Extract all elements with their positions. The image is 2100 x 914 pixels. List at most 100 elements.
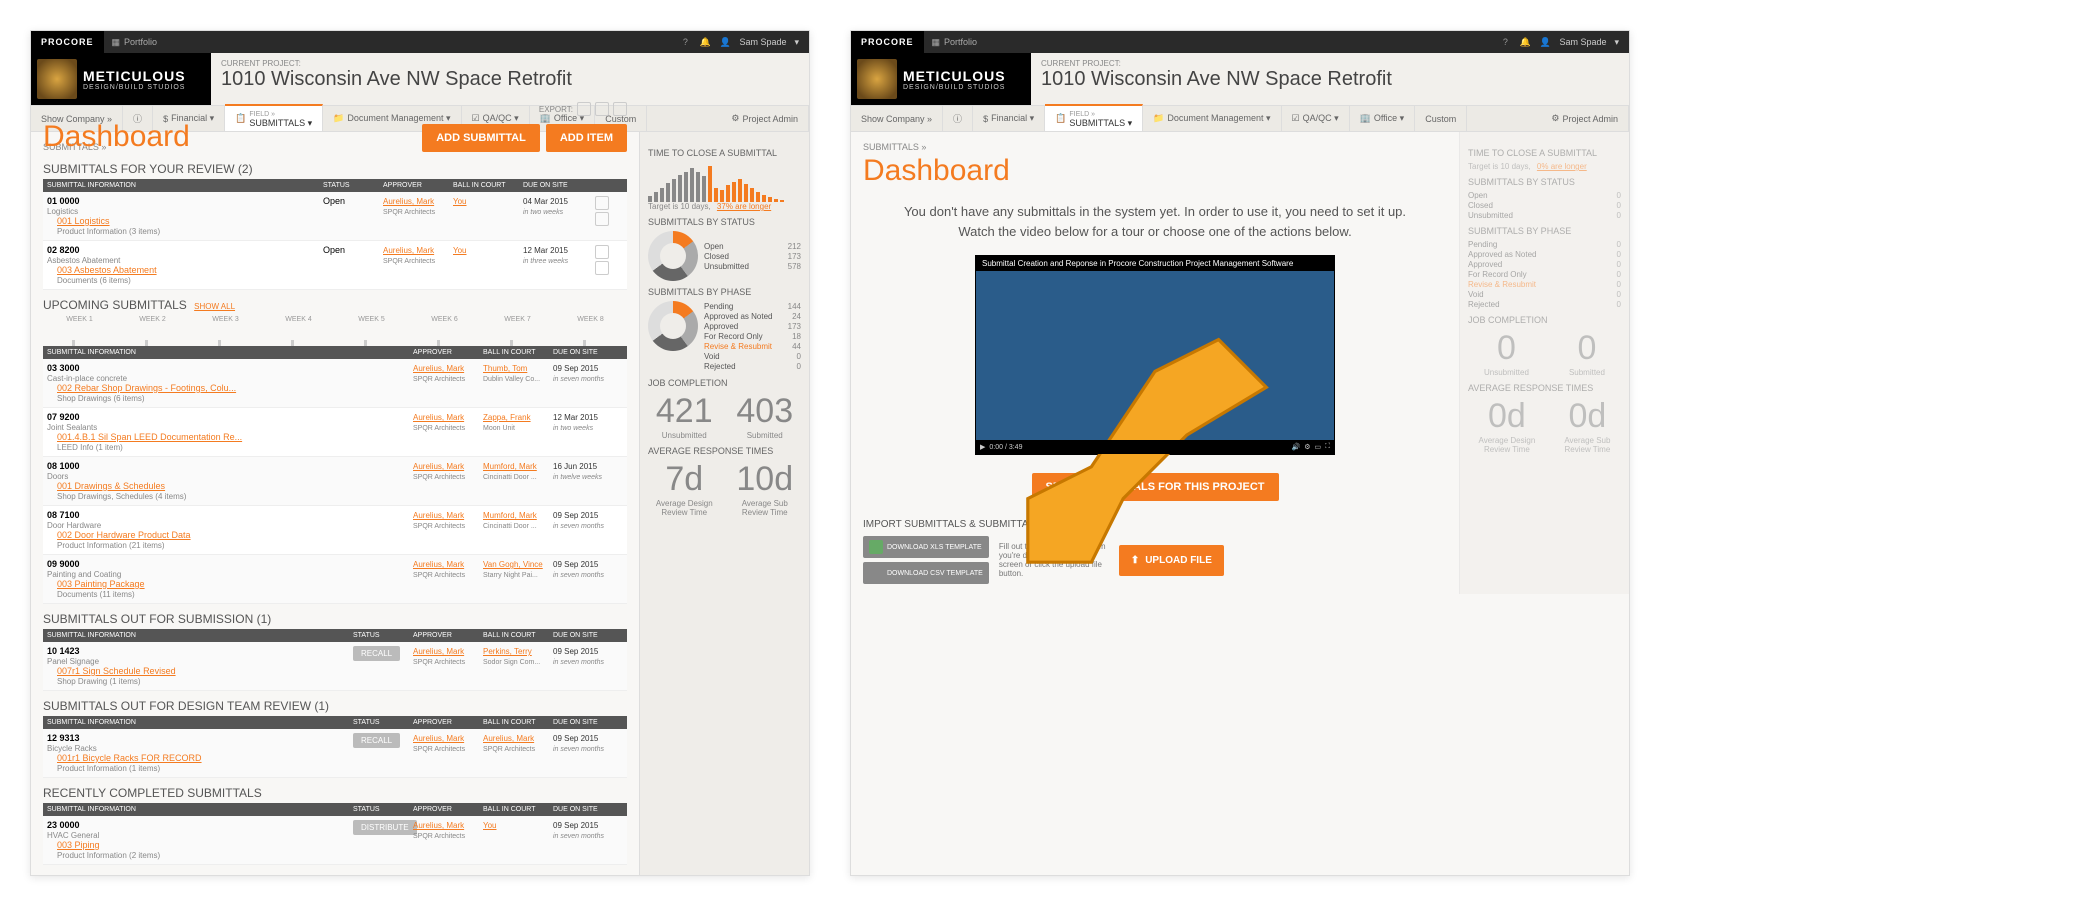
side-stat-row: Open212 (704, 242, 801, 251)
table-row[interactable]: 23 0000HVAC General003 PipingProduct Inf… (43, 816, 627, 865)
side-stat-row: Unsubmitted0 (1468, 211, 1621, 220)
table-row[interactable]: 02 8200Asbestos Abatement003 Asbestos Ab… (43, 241, 627, 290)
project-name: 1010 Wisconsin Ave NW Space Retrofit (221, 68, 799, 91)
side-status-h: SUBMITTALS BY STATUS (648, 217, 801, 227)
nav-office[interactable]: 🏢Office ▾ (1350, 106, 1416, 131)
add-item-button[interactable]: ADD ITEM (546, 124, 627, 152)
video-controls[interactable]: ▶ 0:00 / 3:49 🔊 ⚙ ▭ ⛶ (976, 440, 1334, 454)
export-pdf-icon[interactable] (577, 102, 591, 116)
avatar[interactable]: 👤 (1539, 36, 1551, 48)
table-header: SUBMITTAL INFORMATIONSTATUSAPPROVERBALL … (43, 179, 627, 192)
logo[interactable]: PROCORE (31, 31, 104, 53)
comment-icon[interactable] (595, 245, 609, 259)
table-row[interactable]: 12 9313Bicycle Racks001r1 Bicycle Racks … (43, 729, 627, 778)
play-icon[interactable]: ▶ (980, 443, 985, 451)
brand-sub: DESIGN/BUILD STUDIOS (903, 84, 1006, 91)
settings-icon[interactable]: ⚙ (1304, 443, 1310, 451)
help-icon[interactable]: ? (679, 36, 691, 48)
page-title: Dashboard (863, 154, 1447, 188)
section-upcoming: UPCOMING SUBMITTALS Show all (43, 298, 627, 312)
table-row[interactable]: 07 9200Joint Sealants001.4.B.1 Sil Span … (43, 408, 627, 457)
project-label: CURRENT PROJECT: (221, 59, 799, 68)
side-resp-h: AVERAGE RESPONSE TIMES (648, 446, 801, 456)
section-recent: RECENTLY COMPLETED SUBMITTALS (43, 786, 627, 800)
table-row[interactable]: 09 9000Painting and Coating003 Painting … (43, 555, 627, 604)
clipboard-icon: 📋 (1055, 113, 1066, 124)
weeks-strip: WEEK 1WEEK 2WEEK 3WEEK 4WEEK 5WEEK 6WEEK… (43, 316, 627, 346)
project-header: CURRENT PROJECT: 1010 Wisconsin Ave NW S… (211, 53, 809, 105)
fullscreen-icon[interactable]: ⛶ (1325, 443, 1330, 451)
chevron-down-icon: ▾ (1614, 37, 1619, 48)
breadcrumb[interactable]: SUBMITTALS » (863, 142, 1447, 152)
table-row[interactable]: 03 3000Cast-in-place concrete002 Rebar S… (43, 359, 627, 408)
side-stat-row: Closed173 (704, 252, 801, 261)
distribute-button[interactable]: DISTRIBUTE (353, 820, 417, 835)
add-submittal-button[interactable]: ADD SUBMITTAL (422, 124, 540, 152)
table-header: SUBMITTAL INFORMATIONAPPROVERBALL IN COU… (43, 346, 627, 359)
brand: METICULOUSDESIGN/BUILD STUDIOS (851, 53, 1031, 105)
user-name[interactable]: Sam Spade (1559, 37, 1606, 47)
nav-qaqc[interactable]: ☑QA/QC ▾ (1282, 106, 1350, 131)
unsub-count: 421 (656, 392, 713, 431)
nav-show-company[interactable]: Show Company » (851, 106, 943, 131)
user-name[interactable]: Sam Spade (739, 37, 786, 47)
status-donut (648, 231, 698, 281)
table-row[interactable]: 08 1000Doors001 Drawings & SchedulesShop… (43, 457, 627, 506)
side-stat-row: Approved as Noted24 (704, 312, 801, 321)
brand-mark-icon (857, 59, 897, 99)
avatar[interactable]: 👤 (719, 36, 731, 48)
volume-icon[interactable]: 🔊 (1291, 443, 1300, 451)
table-row[interactable]: 10 1423Panel Signage007r1 Sign Schedule … (43, 642, 627, 691)
logo[interactable]: PROCORE (851, 31, 924, 53)
download-xls-button[interactable]: DOWNLOAD XLS TEMPLATE (863, 536, 989, 558)
topbar: PROCORE ▦Portfolio ? 🔔 👤 Sam Spade ▾ (31, 31, 809, 53)
attach-icon[interactable] (595, 212, 609, 226)
comment-icon[interactable] (595, 196, 609, 210)
table-row[interactable]: 01 0000Logistics001 LogisticsProduct Inf… (43, 192, 627, 241)
intro-video[interactable]: Submittal Creation and Reponse in Procor… (975, 255, 1335, 455)
brand-mark-icon (37, 59, 77, 99)
nav-financial[interactable]: $Financial ▾ (973, 106, 1045, 131)
brand-sub: DESIGN/BUILD STUDIOS (83, 84, 186, 91)
close-link[interactable]: 37% are longer (717, 202, 771, 211)
show-all-link[interactable]: Show all (194, 302, 235, 311)
app-populated: PROCORE ▦Portfolio ? 🔔 👤 Sam Spade ▾ MET… (30, 30, 810, 876)
side-phase-h: SUBMITTALS BY PHASE (648, 287, 801, 297)
attach-icon[interactable] (595, 261, 609, 275)
header: METICULOUSDESIGN/BUILD STUDIOS CURRENT P… (31, 53, 809, 106)
recall-button[interactable]: RECALL (353, 733, 400, 748)
main-empty: SUBMITTALS » Dashboard You don't have an… (851, 132, 1459, 594)
nav-admin[interactable]: ⚙Project Admin (1541, 106, 1629, 131)
side-stat-row: Unsubmitted578 (704, 262, 801, 271)
building-icon: 🏢 (1360, 113, 1371, 124)
grid-icon: ▦ (112, 37, 121, 48)
side-stat-row: Approved173 (704, 322, 801, 331)
section-out-design: SUBMITTALS OUT FOR DESIGN TEAM REVIEW (1… (43, 699, 627, 713)
portfolio-link[interactable]: ▦Portfolio (924, 37, 986, 48)
sidebar: TIME TO CLOSE A SUBMITTAL Target is 10 d… (639, 132, 809, 875)
youtube-icon[interactable]: ▭ (1314, 443, 1321, 451)
bell-icon[interactable]: 🔔 (1519, 36, 1531, 48)
video-title: Submittal Creation and Reponse in Procor… (976, 256, 1334, 271)
download-csv-button[interactable]: DOWNLOAD CSV TEMPLATE (863, 562, 989, 584)
nav-custom[interactable]: Custom (1415, 106, 1467, 131)
nav-admin[interactable]: ⚙Project Admin (721, 106, 809, 131)
nav-submittals[interactable]: 📋FIELD »SUBMITTALS ▾ (1045, 104, 1143, 131)
project-label: CURRENT PROJECT: (1041, 59, 1619, 68)
export-csv-icon[interactable] (613, 102, 627, 116)
nav-docmgmt[interactable]: 📁Document Management ▾ (1143, 106, 1281, 131)
export-xls-icon[interactable] (595, 102, 609, 116)
bell-icon[interactable]: 🔔 (699, 36, 711, 48)
recall-button[interactable]: RECALL (353, 646, 400, 661)
side-job-h: JOB COMPLETION (648, 378, 801, 388)
portfolio-link[interactable]: ▦Portfolio (104, 37, 166, 48)
close-link[interactable]: 0% are longer (1537, 162, 1587, 171)
nav-info[interactable]: ⓘ (943, 106, 973, 131)
table-row[interactable]: 08 7100Door Hardware002 Door Hardware Pr… (43, 506, 627, 555)
help-icon[interactable]: ? (1499, 36, 1511, 48)
close-note: Target is 10 days, 37% are longer (648, 202, 801, 211)
video-time: 0:00 / 3:49 (989, 444, 1022, 451)
empty-message: You don't have any submittals in the sys… (893, 202, 1417, 241)
robot-arm-icon (996, 276, 1314, 594)
side-stat-row: For Record Only0 (1468, 270, 1621, 279)
